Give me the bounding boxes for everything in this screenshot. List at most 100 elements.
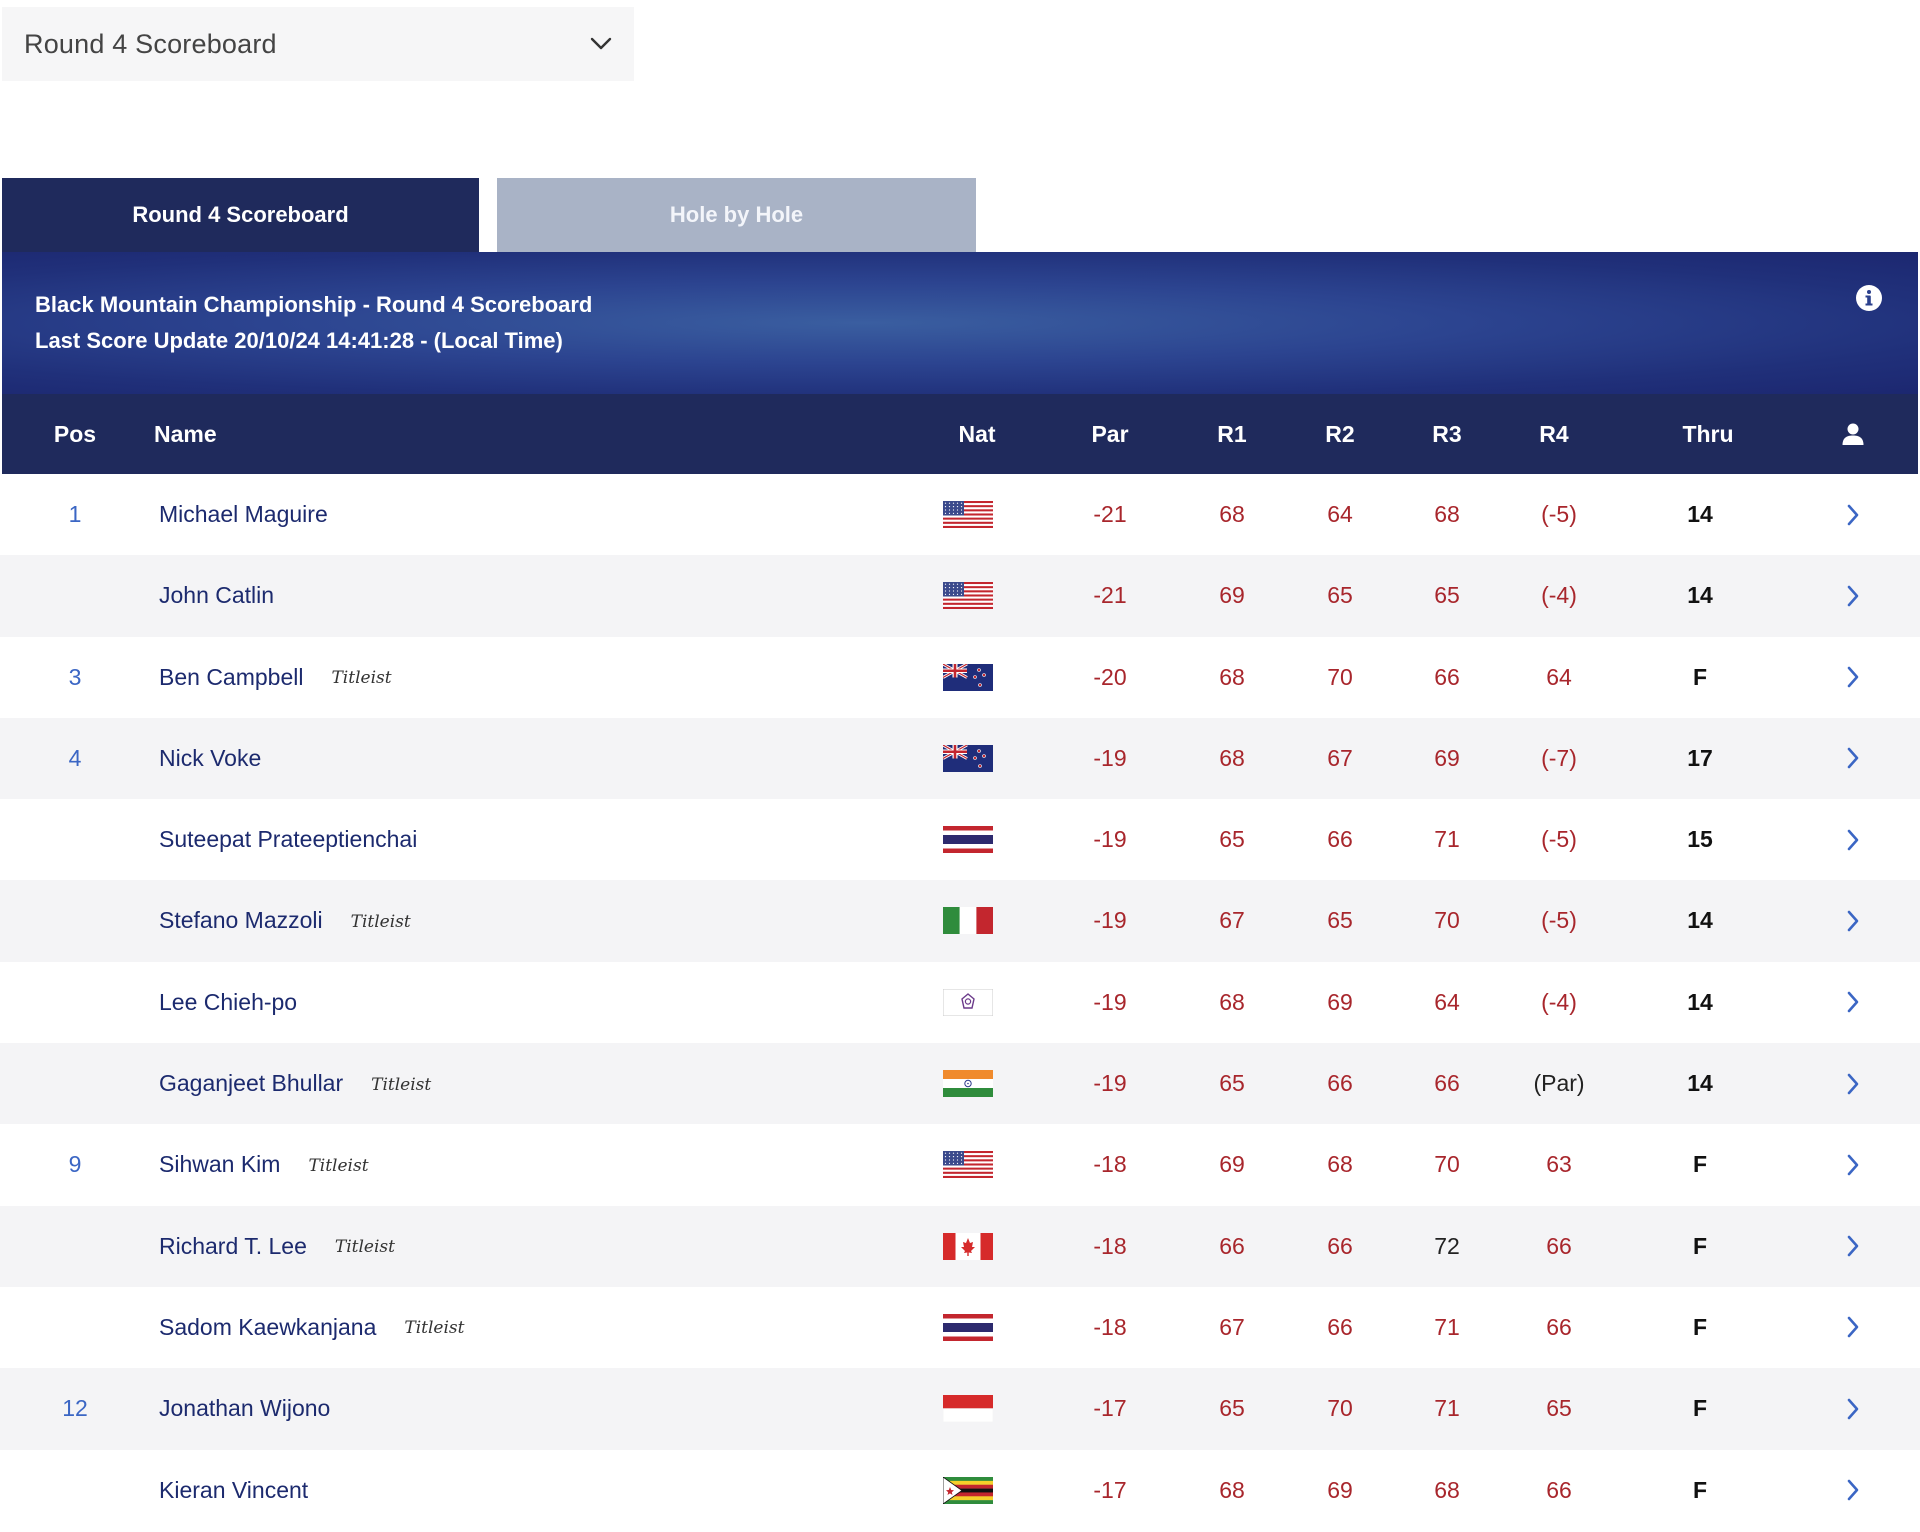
player-name[interactable]: Sadom Kaewkanjana — [159, 1314, 376, 1340]
chevron-right-icon[interactable] — [1838, 1368, 1868, 1449]
round-1-score: 69 — [1219, 1151, 1245, 1178]
round-2-score: 66 — [1327, 826, 1353, 853]
col-header-nat: Nat — [958, 421, 996, 447]
holes-thru: F — [1692, 1476, 1708, 1503]
player-position: 1 — [68, 501, 82, 527]
tab-round-4-scoreboard[interactable]: Round 4 Scoreboard — [2, 178, 479, 252]
chevron-right-icon[interactable] — [1838, 1043, 1868, 1124]
score-to-par: -20 — [1093, 663, 1127, 690]
tab-hole-by-hole[interactable]: Hole by Hole — [497, 178, 976, 252]
player-position — [40, 1043, 110, 1124]
player-name[interactable]: Gaganjeet Bhullar — [159, 1070, 343, 1096]
round-1-score: 65 — [1219, 1070, 1245, 1097]
col-header-pos: Pos — [53, 421, 97, 447]
round-4-score: 66 — [1546, 1476, 1572, 1503]
player-name[interactable]: Ben Campbell — [159, 664, 303, 690]
table-row[interactable]: 4 Nick Voke -19 68 67 69 (-7) 17 — [0, 717, 1920, 800]
player-name[interactable]: Lee Chieh-po — [159, 989, 297, 1015]
player-name[interactable]: Stefano Mazzoli — [159, 907, 323, 933]
table-row[interactable]: Richard T. Lee Titleist -18 66 66 72 66 F — [0, 1205, 1920, 1287]
chevron-right-icon[interactable] — [1838, 637, 1868, 718]
table-row[interactable]: Kieran Vincent -17 68 69 68 66 F — [0, 1450, 1920, 1531]
chevron-right-icon[interactable] — [1838, 1287, 1868, 1368]
table-row[interactable]: John Catlin -21 69 65 65 (-4) 14 — [0, 555, 1920, 637]
sponsor-logo: Titleist — [350, 911, 411, 932]
player-name[interactable]: Sihwan Kim — [159, 1151, 280, 1177]
round-3-score: 68 — [1434, 501, 1460, 527]
round-1-score: 65 — [1219, 1395, 1245, 1422]
table-row[interactable]: Lee Chieh-po -19 68 69 64 (-4) 14 — [0, 962, 1920, 1043]
chevron-right-icon[interactable] — [1838, 474, 1868, 555]
round-4-score: (Par) — [1533, 1070, 1585, 1097]
round-1-score: 68 — [1219, 988, 1245, 1015]
tournament-banner: Black Mountain Championship - Round 4 Sc… — [2, 252, 1918, 394]
round-4-score: 63 — [1546, 1151, 1572, 1178]
player-name[interactable]: Nick Voke — [159, 745, 261, 771]
table-row[interactable]: Sadom Kaewkanjana Titleist -18 67 66 71 6… — [0, 1287, 1920, 1368]
player-name[interactable]: Richard T. Lee — [159, 1233, 307, 1259]
player-name[interactable]: Michael Maguire — [159, 501, 328, 527]
table-row[interactable]: 3 Ben Campbell Titleist -20 68 70 66 64 F — [0, 637, 1920, 718]
sponsor-logo: Titleist — [331, 668, 392, 689]
player-name[interactable]: Kieran Vincent — [159, 1477, 308, 1503]
player-position: 9 — [68, 1151, 82, 1178]
round-2-score: 67 — [1327, 744, 1353, 771]
chevron-right-icon[interactable] — [1838, 1206, 1868, 1287]
round-4-score: (-5) — [1541, 907, 1577, 934]
table-row[interactable]: 9 Sihwan Kim Titleist -18 69 68 70 63 F — [0, 1124, 1920, 1205]
col-header-r3: R3 — [1432, 421, 1462, 447]
round-2-score: 70 — [1327, 663, 1353, 690]
round-2-score: 66 — [1327, 1070, 1353, 1097]
holes-thru: 14 — [1687, 501, 1713, 527]
tournament-title: Black Mountain Championship - Round 4 Sc… — [35, 292, 593, 317]
table-row[interactable]: 1 Michael Maguire -21 68 64 68 (-5) 14 — [0, 474, 1920, 555]
round-select-dropdown[interactable]: Round 4 Scoreboard — [2, 7, 634, 81]
chevron-down-icon — [590, 37, 612, 51]
col-header-r1: R1 — [1217, 421, 1247, 447]
holes-thru: 14 — [1687, 1070, 1713, 1097]
table-row[interactable]: Suteepat Prateeptienchai -19 65 66 71 (-… — [0, 799, 1920, 880]
score-to-par: -21 — [1093, 582, 1127, 609]
round-1-score: 69 — [1219, 582, 1245, 609]
round-2-score: 65 — [1327, 582, 1353, 609]
player-name[interactable]: Jonathan Wijono — [159, 1395, 330, 1421]
sponsor-logo: Titleist — [404, 1318, 465, 1339]
round-1-score: 68 — [1219, 1476, 1245, 1503]
score-to-par: -19 — [1093, 744, 1127, 771]
sponsor-logo: Titleist — [308, 1155, 369, 1176]
round-4-score: (-4) — [1541, 582, 1577, 609]
round-1-score: 68 — [1219, 663, 1245, 690]
round-2-score: 69 — [1327, 1476, 1353, 1503]
round-4-score: (-5) — [1541, 826, 1577, 853]
chevron-right-icon[interactable] — [1838, 555, 1868, 636]
chevron-right-icon[interactable] — [1838, 880, 1868, 961]
player-position — [40, 880, 110, 961]
holes-thru: 17 — [1687, 744, 1713, 771]
score-to-par: -19 — [1093, 988, 1127, 1015]
player-name-cell: Sihwan Kim Titleist — [159, 1124, 369, 1205]
info-icon[interactable] — [1854, 283, 1884, 313]
chevron-right-icon[interactable] — [1838, 1124, 1868, 1205]
chevron-right-icon[interactable] — [1838, 718, 1868, 799]
table-row[interactable]: Stefano Mazzoli Titleist -19 67 65 70 (-5… — [0, 880, 1920, 962]
player-name-cell: Michael Maguire — [159, 474, 328, 555]
table-row[interactable]: Gaganjeet Bhullar Titleist -19 65 66 66 (… — [0, 1043, 1920, 1125]
player-position — [40, 962, 110, 1043]
round-1-score: 65 — [1219, 826, 1245, 853]
round-2-score: 66 — [1327, 1232, 1353, 1259]
player-position — [40, 1206, 110, 1287]
round-3-score: 72 — [1434, 1232, 1460, 1259]
round-3-score: 71 — [1434, 1313, 1460, 1340]
round-3-score: 71 — [1434, 826, 1460, 853]
player-name[interactable]: Suteepat Prateeptienchai — [159, 826, 417, 852]
chevron-right-icon[interactable] — [1838, 1450, 1868, 1531]
player-name[interactable]: John Catlin — [159, 582, 274, 608]
chevron-right-icon[interactable] — [1838, 799, 1868, 880]
round-1-score: 68 — [1219, 744, 1245, 771]
table-row[interactable]: 12 Jonathan Wijono -17 65 70 71 65 F — [0, 1368, 1920, 1450]
nationality-flag-icon — [943, 1124, 993, 1205]
holes-thru: 14 — [1687, 988, 1713, 1015]
player-name-cell: Richard T. Lee Titleist — [159, 1206, 395, 1287]
chevron-right-icon[interactable] — [1838, 962, 1868, 1043]
round-1-score: 67 — [1219, 907, 1245, 934]
